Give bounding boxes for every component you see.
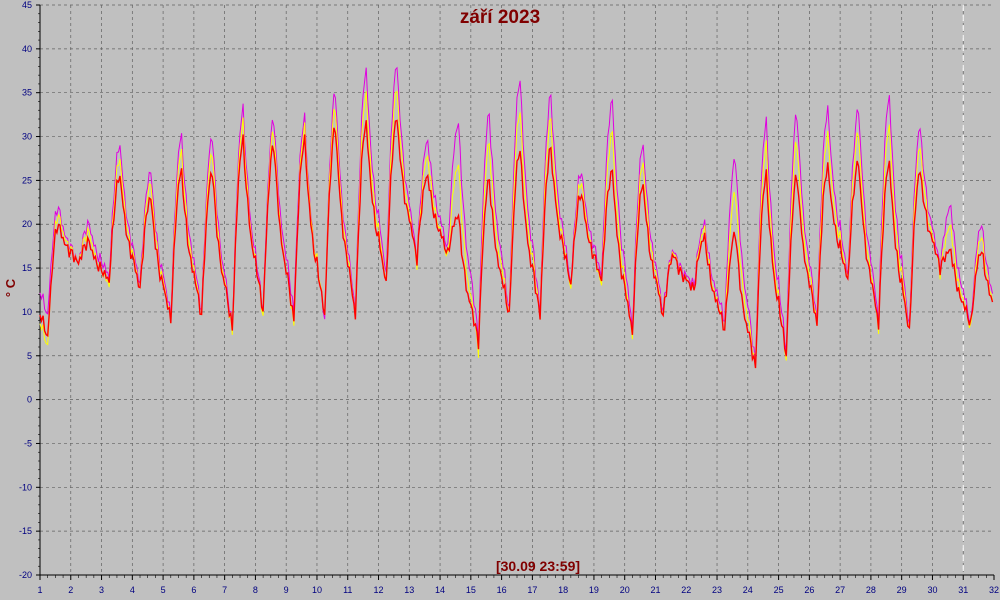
- x-tick-label: 21: [650, 585, 660, 595]
- x-tick-label: 31: [958, 585, 968, 595]
- y-tick-label: 40: [22, 44, 32, 54]
- y-tick-label: 20: [22, 219, 32, 229]
- x-tick-label: 32: [989, 585, 999, 595]
- x-tick-label: 17: [527, 585, 537, 595]
- y-tick-label: 30: [22, 132, 32, 142]
- y-tick-label: 45: [22, 0, 32, 10]
- x-tick-label: 11: [343, 585, 352, 595]
- x-tick-label: 3: [99, 585, 104, 595]
- y-tick-label: -15: [19, 526, 32, 536]
- y-tick-label: 0: [27, 395, 32, 405]
- x-tick-label: 14: [435, 585, 445, 595]
- chart-background: [0, 0, 1000, 600]
- x-tick-label: 23: [712, 585, 722, 595]
- x-tick-label: 18: [558, 585, 568, 595]
- y-tick-label: -5: [24, 438, 32, 448]
- y-tick-label: 25: [22, 175, 32, 185]
- x-tick-label: 5: [161, 585, 166, 595]
- chart-title: září 2023: [460, 7, 540, 28]
- x-tick-label: 16: [497, 585, 507, 595]
- x-tick-label: 4: [130, 585, 135, 595]
- y-tick-label: 35: [22, 88, 32, 98]
- y-tick-label: -10: [19, 482, 32, 492]
- x-tick-label: 1: [37, 585, 42, 595]
- x-tick-label: 26: [804, 585, 814, 595]
- x-tick-label: 15: [466, 585, 476, 595]
- x-tick-label: 6: [191, 585, 196, 595]
- y-axis-label: ° C: [3, 278, 18, 297]
- x-tick-label: 29: [897, 585, 907, 595]
- x-tick-label: 22: [681, 585, 691, 595]
- x-tick-label: 28: [866, 585, 876, 595]
- x-tick-label: 24: [743, 585, 753, 595]
- x-tick-label: 2: [68, 585, 73, 595]
- x-tick-label: 12: [374, 585, 384, 595]
- x-tick-label: 8: [253, 585, 258, 595]
- x-tick-label: 20: [620, 585, 630, 595]
- x-tick-label: 30: [927, 585, 937, 595]
- y-tick-label: 5: [27, 351, 32, 361]
- x-tick-label: 13: [404, 585, 414, 595]
- x-tick-label: 10: [312, 585, 322, 595]
- temperature-chart: 454035302520151050-5-10-15-20 1234567891…: [0, 0, 1000, 600]
- x-tick-label: 19: [589, 585, 599, 595]
- timestamp-label: [30.09 23:59]: [496, 558, 580, 574]
- x-tick-label: 25: [774, 585, 784, 595]
- y-tick-label: -20: [19, 570, 32, 580]
- y-tick-label: 15: [22, 263, 32, 273]
- y-tick-label: 10: [22, 307, 32, 317]
- x-tick-label: 27: [835, 585, 845, 595]
- x-tick-label: 7: [222, 585, 227, 595]
- x-tick-label: 9: [284, 585, 289, 595]
